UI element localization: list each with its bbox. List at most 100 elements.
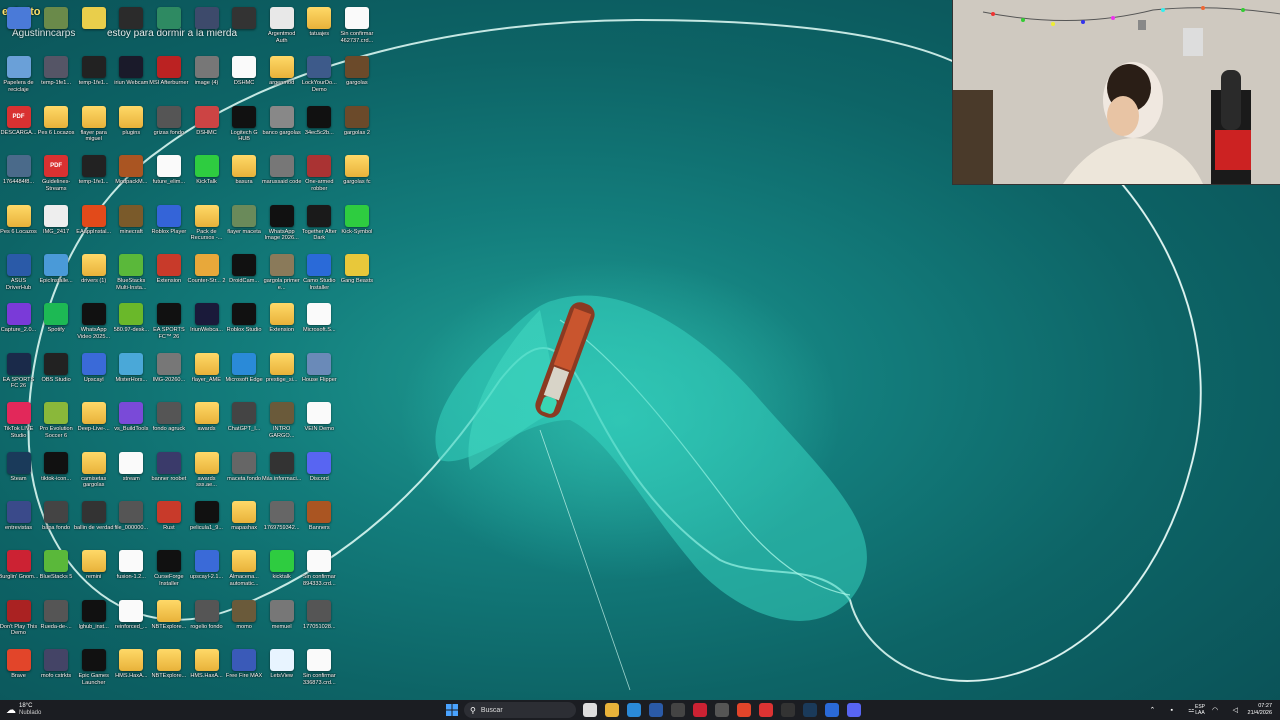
- desktop-icon[interactable]: pelicula1_9...: [188, 498, 225, 546]
- desktop-icon[interactable]: Microsoft.S...: [301, 300, 338, 348]
- taskbar-app-app-b[interactable]: [671, 703, 685, 717]
- desktop-icon[interactable]: awards: [188, 399, 225, 447]
- desktop-icon[interactable]: IMG_2417: [38, 202, 75, 250]
- start-button[interactable]: [444, 702, 460, 718]
- desktop-icon[interactable]: WhatsApp Video 2025...: [75, 300, 112, 348]
- desktop-icon[interactable]: Roblox Player: [150, 202, 187, 250]
- desktop-icon[interactable]: prestige_si...: [263, 350, 300, 398]
- taskbar-app-app-d[interactable]: [715, 703, 729, 717]
- taskbar-app-app-g[interactable]: [825, 703, 839, 717]
- desktop-icon[interactable]: bana fondo: [38, 498, 75, 546]
- desktop-icon[interactable]: VEIN Demo: [301, 399, 338, 447]
- desktop-icon[interactable]: Argentmod Auth: [263, 4, 300, 52]
- desktop-icon[interactable]: INTRO GARGO...: [263, 399, 300, 447]
- desktop-icon[interactable]: iriun Webcam: [113, 53, 150, 101]
- desktop-icon[interactable]: Burglin' Gnom...: [0, 547, 38, 595]
- desktop-icon[interactable]: temp-1fe1...: [75, 152, 112, 200]
- desktop-icon[interactable]: mofo cstrkts: [38, 646, 75, 694]
- desktop-icon[interactable]: gargolas: [338, 53, 375, 101]
- desktop-icon[interactable]: Together After Dark: [301, 202, 338, 250]
- desktop-icon[interactable]: [150, 4, 187, 52]
- desktop-icon[interactable]: EA SPORTS FC™ 26: [150, 300, 187, 348]
- desktop-icon[interactable]: Brave: [0, 646, 37, 694]
- desktop-icon[interactable]: TikTok LIVE Studio: [0, 399, 37, 447]
- taskbar-app-discord[interactable]: [847, 703, 861, 717]
- desktop-icon[interactable]: awards sss.ae...: [188, 449, 225, 497]
- desktop-icon[interactable]: Pes 6 Locazos: [0, 202, 37, 250]
- desktop-icon[interactable]: camisetas gargolas: [75, 449, 112, 497]
- desktop-icon[interactable]: argenmod: [263, 53, 300, 101]
- taskbar-app-task-view[interactable]: [583, 703, 597, 717]
- desktop-icon[interactable]: NBTExplore...: [150, 646, 187, 694]
- clock[interactable]: 07:27 21/4/2026: [1240, 702, 1272, 718]
- desktop-icon[interactable]: KickTalk: [188, 152, 225, 200]
- desktop-icon[interactable]: Steam: [0, 449, 37, 497]
- desktop-icon[interactable]: entrevistas: [0, 498, 37, 546]
- desktop-icon[interactable]: ModpackM...: [113, 152, 150, 200]
- desktop-icon[interactable]: lghub_inst...: [75, 597, 112, 645]
- taskbar-app-edge[interactable]: [627, 703, 641, 717]
- desktop-icon[interactable]: [113, 4, 150, 52]
- desktop-icon[interactable]: flayer_AME: [188, 350, 225, 398]
- desktop-icon[interactable]: Pack de Recursos -...: [188, 202, 225, 250]
- desktop-icon[interactable]: image (4): [188, 53, 225, 101]
- desktop-icon[interactable]: [226, 4, 263, 52]
- desktop-icon[interactable]: One-armed robber: [301, 152, 338, 200]
- desktop-icon[interactable]: Banners: [301, 498, 338, 546]
- desktop-icon[interactable]: gargolas fc: [338, 152, 375, 200]
- desktop-icon[interactable]: Discord: [301, 449, 338, 497]
- desktop-icon[interactable]: LetsView: [263, 646, 300, 694]
- desktop-icon[interactable]: MisterHors...: [113, 350, 150, 398]
- desktop-icon[interactable]: OBS Studio: [38, 350, 75, 398]
- desktop-icon[interactable]: Don't Play This Demo: [0, 597, 37, 645]
- desktop-icon[interactable]: Rust: [150, 498, 187, 546]
- desktop-icon[interactable]: Sin confirmar 462737.crd...: [338, 4, 375, 52]
- desktop-icon[interactable]: Roblox Studio: [226, 300, 263, 348]
- desktop-icon[interactable]: Microsoft Edge: [225, 350, 263, 398]
- desktop-icon[interactable]: [75, 4, 112, 52]
- desktop-icon[interactable]: WhatsApp Image 2026...: [263, 202, 300, 250]
- desktop-icon[interactable]: Free Fire MAX: [226, 646, 263, 694]
- desktop-icon[interactable]: marussaid code: [262, 152, 301, 200]
- desktop-icon[interactable]: Spotify: [38, 300, 75, 348]
- desktop-icon[interactable]: 177051028...: [301, 597, 338, 645]
- desktop-icon[interactable]: basura: [226, 152, 263, 200]
- desktop-icon[interactable]: CurseForge Installer: [150, 547, 187, 595]
- desktop-icon[interactable]: plugins: [113, 103, 150, 151]
- desktop-icon[interactable]: 1764484f8...: [0, 152, 37, 200]
- desktop-icon[interactable]: flayer maceta: [226, 202, 263, 250]
- desktop-icon[interactable]: 580.97-desk...: [113, 300, 150, 348]
- tray-app-icon[interactable]: ▪: [1171, 707, 1173, 714]
- desktop-icon[interactable]: HMS.HaxA...: [113, 646, 150, 694]
- desktop-icon[interactable]: LockYourDo... Demo: [301, 53, 338, 101]
- desktop-icon[interactable]: Almacena... automatic...: [226, 547, 263, 595]
- desktop-icon[interactable]: HMS.HaxA...: [188, 646, 225, 694]
- desktop-icon[interactable]: DroidCam...: [226, 251, 263, 299]
- desktop-icon[interactable]: reinforced_...: [113, 597, 150, 645]
- weather-widget[interactable]: ☁ 18°C Nublado: [6, 702, 66, 718]
- desktop-icon[interactable]: IMG-20260...: [150, 350, 187, 398]
- desktop-icon[interactable]: Deep-Live-...: [75, 399, 112, 447]
- desktop-icon[interactable]: mapashax: [226, 498, 263, 546]
- desktop-icon[interactable]: future_elim...: [150, 152, 187, 200]
- desktop-icon[interactable]: Sin confirmar 894333.crd...: [301, 547, 338, 595]
- desktop-icon[interactable]: maceta fondo: [226, 449, 263, 497]
- quick-settings[interactable]: ◠ ◁: [1212, 702, 1238, 718]
- desktop-icon[interactable]: Logitech G HUB: [226, 103, 263, 151]
- desktop-icon[interactable]: fondo agruck: [150, 399, 187, 447]
- desktop-icon[interactable]: Camo Studio Installer: [301, 251, 338, 299]
- desktop-icon[interactable]: Pes 6 Locazos: [38, 103, 75, 151]
- desktop-icon[interactable]: fusion-1.2...: [113, 547, 150, 595]
- desktop-icon[interactable]: upscayl-2.1...: [188, 547, 225, 595]
- desktop-icon[interactable]: Más informaci...: [262, 449, 301, 497]
- desktop-icon[interactable]: rogelio fondo: [188, 597, 225, 645]
- desktop-icon[interactable]: IriunWebca...: [188, 300, 225, 348]
- desktop-icon[interactable]: memuel: [263, 597, 300, 645]
- chevron-up-icon[interactable]: ⌃: [1150, 706, 1156, 714]
- taskbar-app-brave[interactable]: [737, 703, 751, 717]
- desktop-icon[interactable]: flayer para miguel: [75, 103, 112, 151]
- desktop-icon[interactable]: Capture_2.0...: [0, 300, 37, 348]
- desktop-icon[interactable]: Kick-Symbol: [338, 202, 375, 250]
- desktop-icon[interactable]: [38, 4, 75, 52]
- desktop-icon[interactable]: file_000000...: [113, 498, 150, 546]
